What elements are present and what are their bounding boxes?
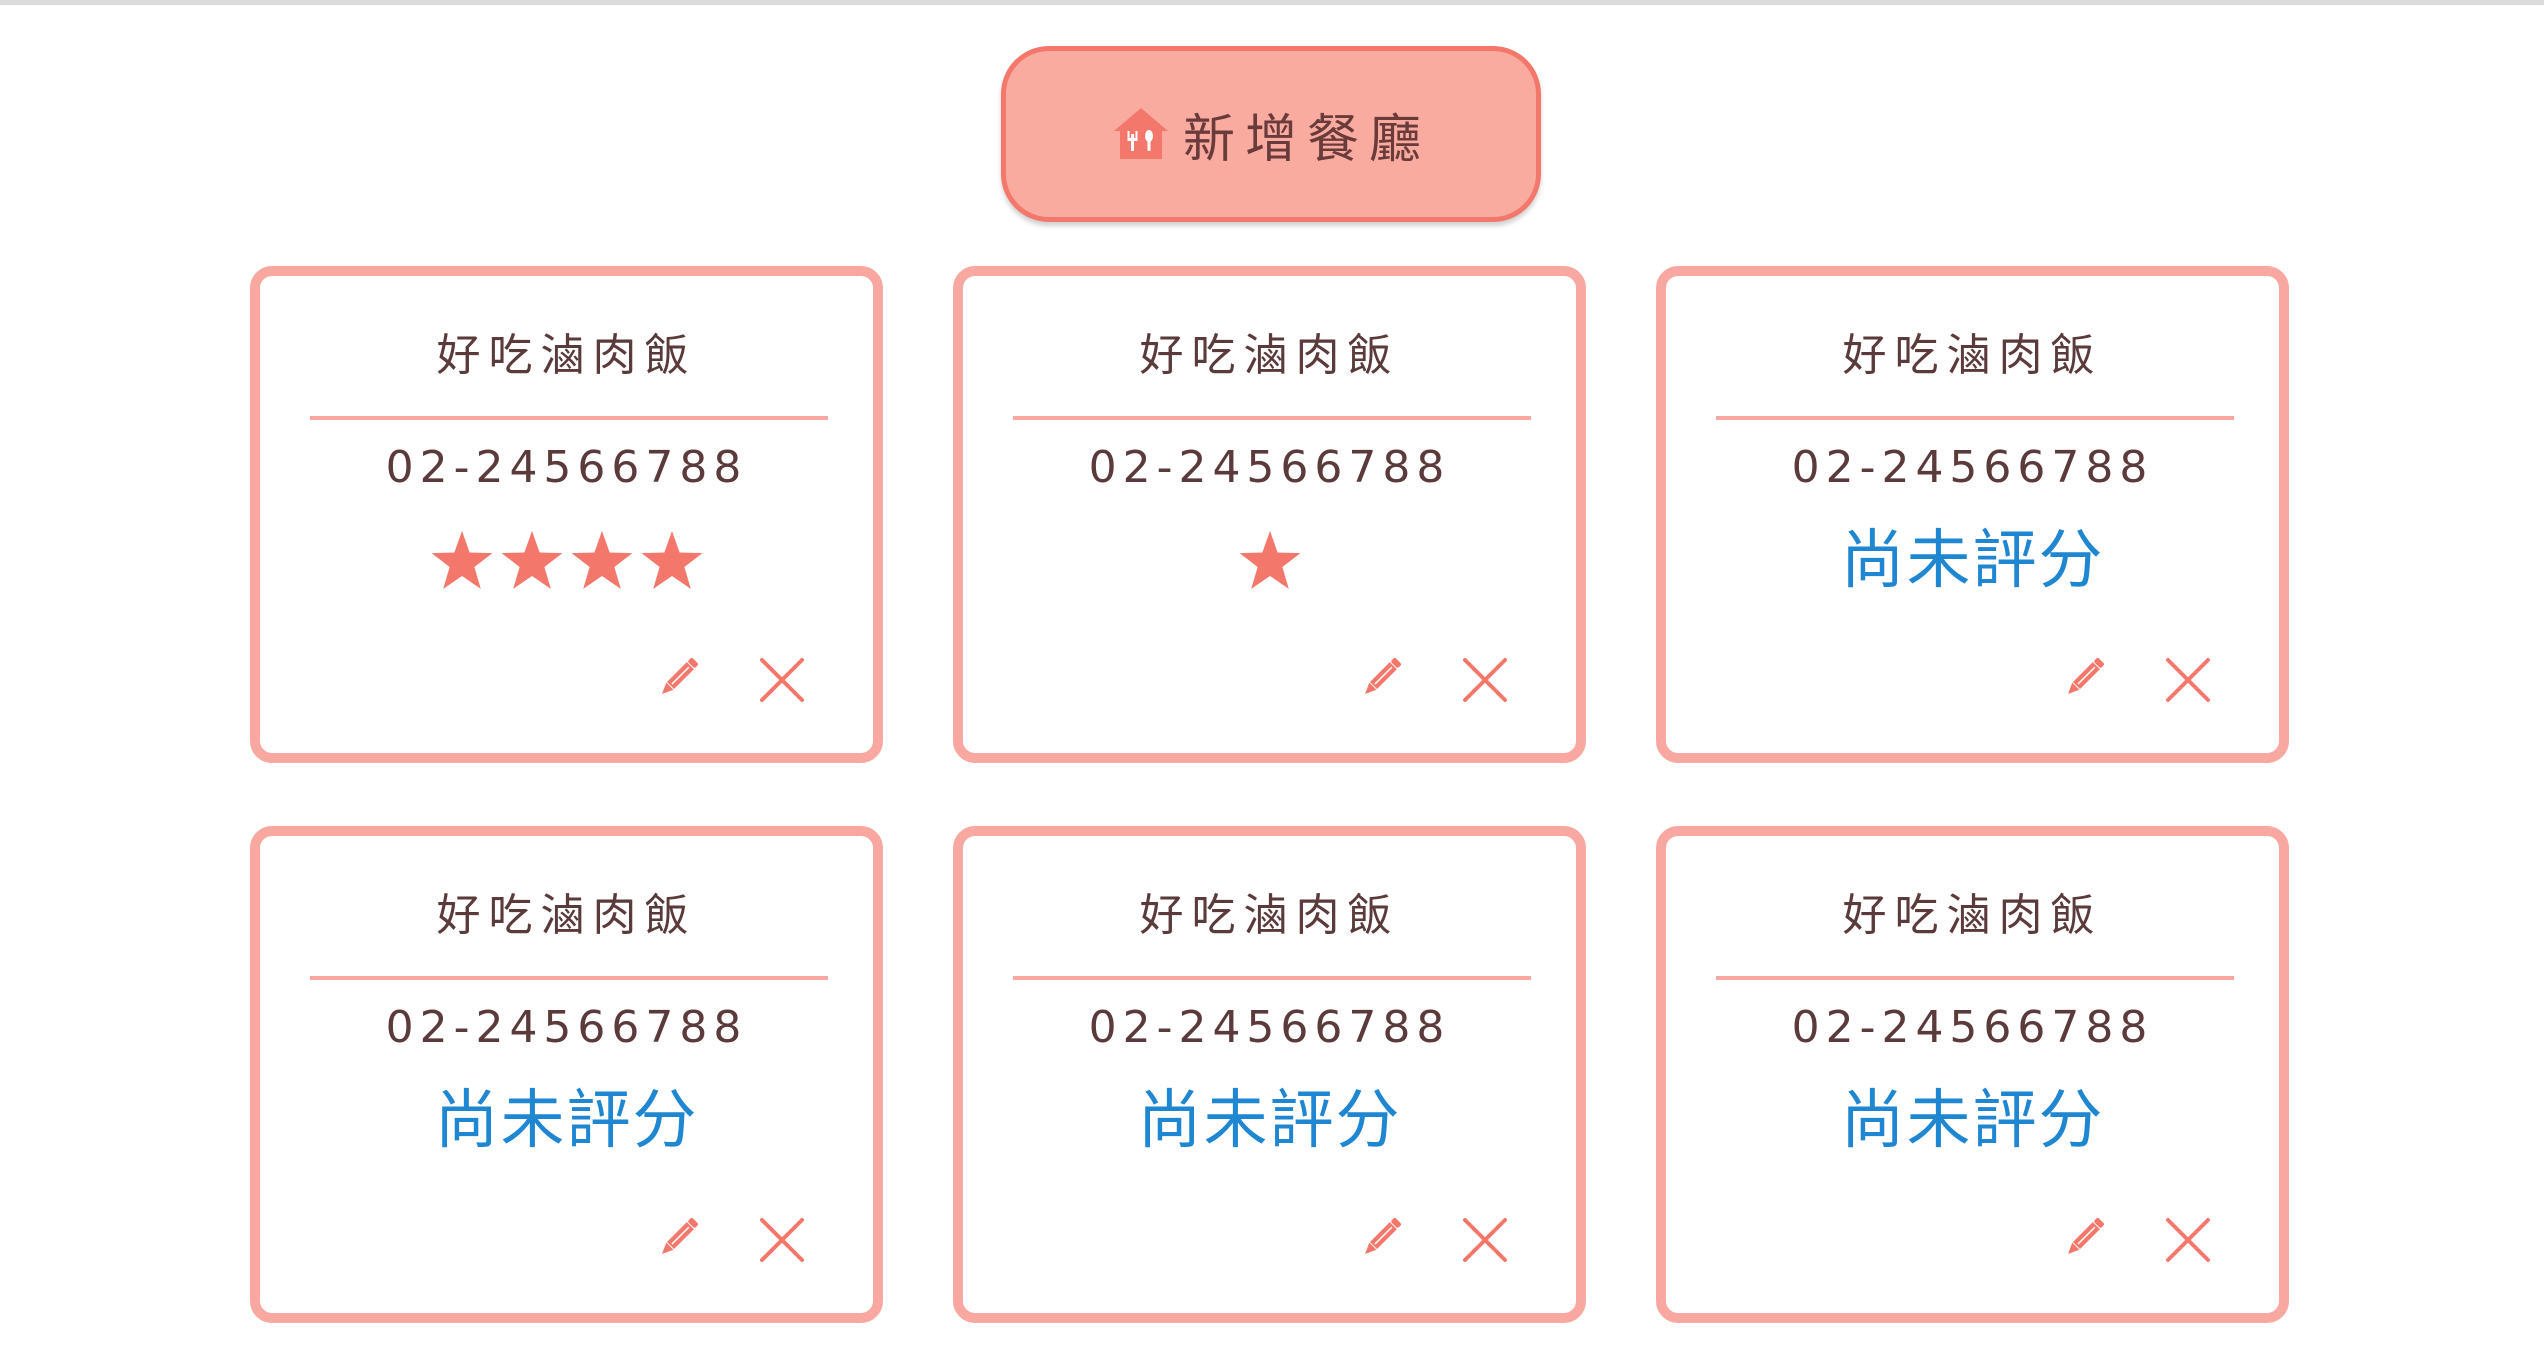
restaurant-card: 好吃滷肉飯 02-24566788 尚未評分 xyxy=(953,826,1586,1323)
restaurant-phone: 02-24566788 xyxy=(1088,1002,1451,1053)
edit-button[interactable] xyxy=(2061,1211,2109,1263)
rating-display: 尚未評分 xyxy=(1666,521,2279,601)
rating-display: 尚未評分 xyxy=(963,1081,1576,1161)
star-icon xyxy=(431,531,492,589)
restaurant-name: 好吃滷肉飯 xyxy=(1842,890,2103,941)
unrated-label: 尚未評分 xyxy=(1137,1084,1402,1158)
delete-button[interactable] xyxy=(2164,656,2212,704)
window-top-border xyxy=(0,0,2544,5)
card-divider xyxy=(1013,416,1531,420)
add-restaurant-label: 新增餐廳 xyxy=(1182,109,1431,170)
close-icon xyxy=(760,658,804,702)
delete-button[interactable] xyxy=(758,656,806,704)
restaurant-name: 好吃滷肉飯 xyxy=(1842,330,2103,381)
restaurant-card: 好吃滷肉飯 02-24566788 xyxy=(953,266,1586,763)
restaurant-card: 好吃滷肉飯 02-24566788 尚未評分 xyxy=(1656,266,2289,763)
restaurant-name: 好吃滷肉飯 xyxy=(436,330,697,381)
pencil-icon xyxy=(2068,658,2104,694)
delete-button[interactable] xyxy=(758,1216,806,1264)
restaurant-name: 好吃滷肉飯 xyxy=(436,890,697,941)
pencil-icon xyxy=(1365,658,1401,694)
pencil-icon xyxy=(2068,1218,2104,1254)
house-utensils-icon xyxy=(1113,108,1168,159)
close-icon xyxy=(2166,658,2210,702)
delete-button[interactable] xyxy=(2164,1216,2212,1264)
delete-button[interactable] xyxy=(1461,1216,1509,1264)
pencil-icon xyxy=(1365,1218,1401,1254)
rating-display xyxy=(260,521,873,601)
unrated-label: 尚未評分 xyxy=(434,1084,699,1158)
edit-button[interactable] xyxy=(655,1211,703,1263)
rating-display xyxy=(963,521,1576,601)
restaurant-card: 好吃滷肉飯 02-24566788 xyxy=(250,266,883,763)
star-icon xyxy=(641,531,702,589)
restaurant-card: 好吃滷肉飯 02-24566788 尚未評分 xyxy=(1656,826,2289,1323)
edit-button[interactable] xyxy=(1358,651,1406,703)
restaurant-phone: 02-24566788 xyxy=(1088,442,1451,493)
unrated-label: 尚未評分 xyxy=(1840,1084,2105,1158)
close-icon xyxy=(2166,1218,2210,1262)
add-restaurant-button[interactable]: 新增餐廳 xyxy=(1001,46,1541,222)
pencil-icon xyxy=(662,1218,698,1254)
restaurant-name: 好吃滷肉飯 xyxy=(1139,890,1400,941)
card-divider xyxy=(310,976,828,980)
restaurant-name: 好吃滷肉飯 xyxy=(1139,330,1400,381)
edit-button[interactable] xyxy=(655,651,703,703)
restaurant-phone: 02-24566788 xyxy=(385,442,748,493)
pencil-icon xyxy=(662,658,698,694)
card-divider xyxy=(1013,976,1531,980)
star-icon xyxy=(571,531,632,589)
close-icon xyxy=(1463,658,1507,702)
star-icon xyxy=(501,531,562,589)
card-divider xyxy=(1716,976,2234,980)
unrated-label: 尚未評分 xyxy=(1840,524,2105,598)
star-icon xyxy=(1239,531,1300,589)
card-divider xyxy=(310,416,828,420)
edit-button[interactable] xyxy=(1358,1211,1406,1263)
rating-display: 尚未評分 xyxy=(1666,1081,2279,1161)
delete-button[interactable] xyxy=(1461,656,1509,704)
restaurant-card: 好吃滷肉飯 02-24566788 尚未評分 xyxy=(250,826,883,1323)
card-divider xyxy=(1716,416,2234,420)
restaurant-phone: 02-24566788 xyxy=(385,1002,748,1053)
edit-button[interactable] xyxy=(2061,651,2109,703)
restaurant-phone: 02-24566788 xyxy=(1791,1002,2154,1053)
restaurant-phone: 02-24566788 xyxy=(1791,442,2154,493)
rating-display: 尚未評分 xyxy=(260,1081,873,1161)
close-icon xyxy=(1463,1218,1507,1262)
close-icon xyxy=(760,1218,804,1262)
